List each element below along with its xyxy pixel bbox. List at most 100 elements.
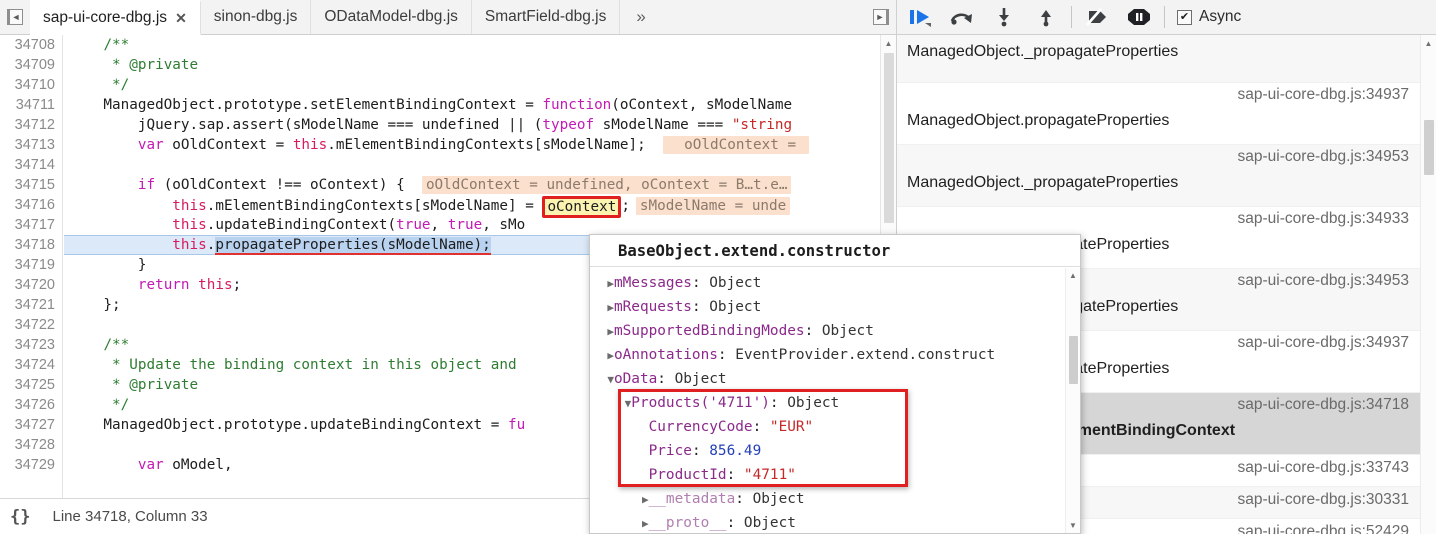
inspector-property-row[interactable]: ▶__proto__: Object [590, 511, 1080, 533]
call-stack-source: sap-ui-core-dbg.js:34933 [1237, 210, 1409, 227]
object-inspector-popup[interactable]: BaseObject.extend.constructor ▶mMessages… [589, 234, 1081, 534]
editor-tab-2[interactable]: ODataModel-dbg.js [311, 0, 472, 34]
inline-value-hint: oOldContext = [662, 136, 809, 154]
inspector-property-row[interactable]: ▼Products('4711'): Object [590, 391, 1080, 415]
inspector-property-row[interactable]: ▶oAnnotations: EventProvider.extend.cons… [590, 343, 1080, 367]
resume-play-icon [910, 10, 931, 27]
code-line[interactable]: */ [64, 75, 880, 95]
scrollbar-thumb[interactable] [1424, 120, 1434, 175]
code-line[interactable]: this.mElementBindingContexts[sModelName]… [64, 195, 880, 218]
code-token: return [137, 277, 190, 293]
tab-scroll-left-button[interactable]: ◄ [0, 0, 30, 34]
code-line[interactable] [64, 155, 880, 175]
scroll-down-icon[interactable]: ▼ [1066, 518, 1080, 533]
inspector-scrollbar[interactable]: ▲ ▼ [1065, 268, 1080, 533]
async-checkbox[interactable]: ✔ [1177, 9, 1192, 25]
chevron-right-icon[interactable]: ▶ [607, 349, 614, 362]
inspector-property-row[interactable]: ▶mSupportedBindingModes: Object [590, 319, 1080, 343]
code-token: this [172, 198, 207, 214]
call-stack-row[interactable]: sap-ui-core-dbg.js:34937 ManagedObject.pr… [897, 83, 1421, 145]
code-token: sModelName === [594, 117, 732, 133]
step-out-button[interactable] [1025, 0, 1067, 34]
inspector-property-row[interactable]: ▶mRequests: Object [590, 295, 1080, 319]
inspector-separator: : [691, 299, 710, 315]
editor-tab-0[interactable]: sap-ui-core-dbg.js ✕ [30, 0, 201, 35]
line-number: 34718 [14, 237, 55, 253]
close-icon[interactable]: ✕ [175, 10, 187, 27]
code-line[interactable]: if (oOldContext !== oContext) { oOldCont… [64, 175, 880, 195]
debugger-toolbar: ✔ Async [897, 0, 1436, 35]
step-into-down-arrow-icon [999, 8, 1009, 27]
inspector-property-row[interactable]: ▶__metadata: Object [590, 487, 1080, 511]
inspector-property-row[interactable]: ProductId: "4711" [590, 463, 1080, 487]
call-stack-row[interactable]: ManagedObject._propagateProperties [897, 35, 1421, 83]
code-line[interactable]: /** [64, 35, 880, 55]
code-line[interactable]: var oOldContext = this.mElementBindingCo… [64, 135, 880, 155]
line-number: 34717 [14, 217, 55, 233]
chevron-right-icon[interactable]: ▶ [642, 493, 649, 506]
code-token: "string [731, 117, 793, 133]
inspector-separator: : [769, 395, 788, 411]
tab-scroll-right-button[interactable]: ► [866, 0, 896, 34]
inspector-property-key: mSupportedBindingModes [613, 323, 805, 339]
code-token: fu [507, 417, 526, 433]
code-token: var [137, 137, 164, 153]
selected-token[interactable]: propagateProperties(sModelName); [215, 237, 491, 255]
line-number: 34724 [14, 357, 55, 373]
resume-button[interactable] [899, 0, 941, 34]
inspector-property-row[interactable]: ▶mMessages: Object [590, 271, 1080, 295]
chevron-down-icon[interactable]: ▼ [607, 373, 614, 386]
code-line[interactable]: * @private [64, 55, 880, 75]
inspector-property-key: Products('4711') [631, 395, 770, 411]
code-line[interactable]: jQuery.sap.assert(sModelName === undefin… [64, 115, 880, 135]
scroll-up-icon[interactable]: ▲ [1421, 35, 1436, 51]
code-line[interactable]: ManagedObject.prototype.setElementBindin… [64, 95, 880, 115]
inspector-separator: : [726, 515, 744, 531]
async-toggle[interactable]: ✔ Async [1177, 8, 1241, 26]
scroll-up-icon[interactable]: ▲ [1066, 268, 1080, 283]
line-number: 34723 [14, 337, 55, 353]
code-token: (oContext, sModelName [611, 97, 793, 113]
call-stack-scrollbar[interactable]: ▲ [1420, 35, 1436, 534]
code-token: oOldContext = [163, 137, 293, 153]
line-number: 34719 [14, 257, 55, 273]
deactivate-breakpoints-button[interactable] [1076, 0, 1118, 34]
chevron-right-icon[interactable]: ▶ [607, 325, 614, 338]
editor-tab-1[interactable]: sinon-dbg.js [200, 0, 312, 34]
tab-overflow-button[interactable]: » [620, 0, 661, 34]
chevron-right-icon[interactable]: ▶ [607, 277, 614, 290]
inspector-property-key: __proto__ [648, 515, 727, 531]
pretty-print-icon[interactable]: {} [10, 507, 30, 527]
editor-tab-3[interactable]: SmartField-dbg.js [471, 0, 621, 34]
inspector-property-value: Object [709, 299, 762, 315]
scroll-up-icon[interactable]: ▲ [881, 35, 896, 51]
pause-on-exceptions-button[interactable] [1118, 0, 1160, 34]
inspector-property-row[interactable]: CurrencyCode: "EUR" [590, 415, 1080, 439]
inspector-property-row[interactable]: ▼oData: Object [590, 367, 1080, 391]
call-stack-source: sap-ui-core-dbg.js:30331 [1237, 491, 1409, 508]
code-token: true [447, 217, 483, 233]
step-over-button[interactable] [941, 0, 983, 34]
no-expander-icon [642, 445, 649, 458]
code-line[interactable]: this.updateBindingContext(true, true, sM… [64, 215, 880, 235]
call-stack-row[interactable]: sap-ui-core-dbg.js:34953 ManagedObject._p… [897, 145, 1421, 207]
scrollbar-thumb[interactable] [1069, 336, 1078, 384]
inspector-property-row[interactable]: Price: 856.49 [590, 439, 1080, 463]
inspector-property-list[interactable]: ▶mMessages: Object ▶mRequests: Object ▶m… [590, 268, 1080, 533]
scrollbar-thumb[interactable] [884, 53, 894, 223]
inspector-separator: : [735, 491, 753, 507]
step-into-button[interactable] [983, 0, 1025, 34]
chevron-right-icon[interactable]: ▶ [607, 301, 614, 314]
chevron-right-icon[interactable]: ▶ [642, 517, 649, 530]
code-token: (oOldContext !== oContext) { [155, 177, 422, 193]
